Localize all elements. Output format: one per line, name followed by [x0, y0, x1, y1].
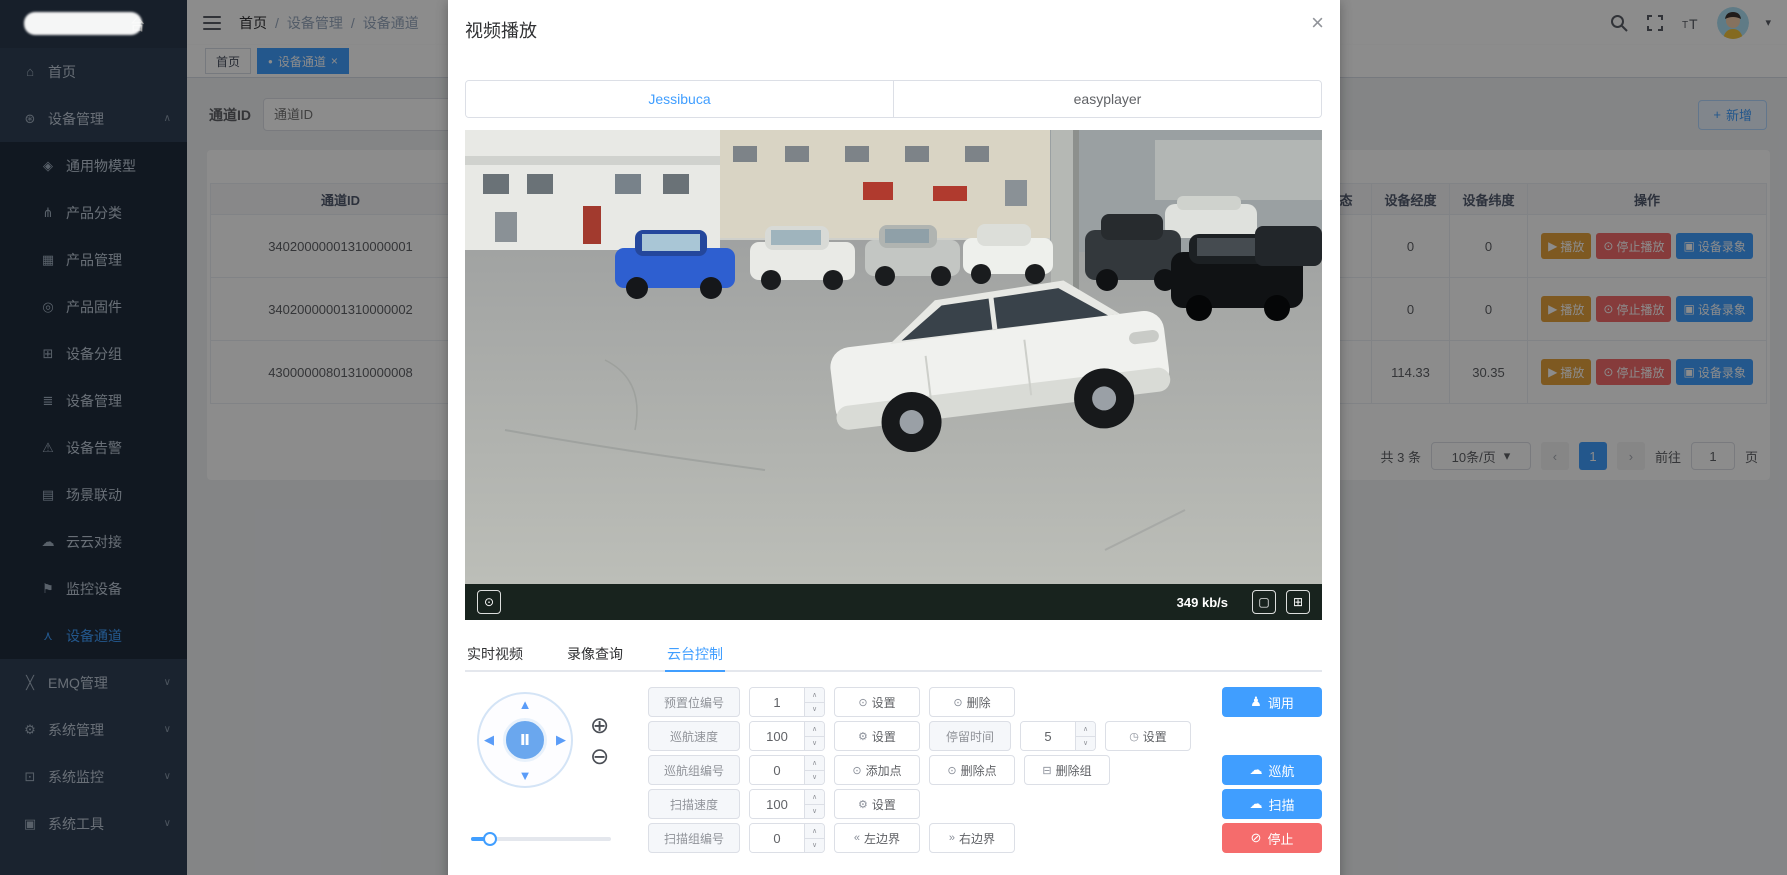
dwell-time-label: 停留时间: [929, 721, 1011, 751]
stop-button[interactable]: ⊘停止: [1222, 823, 1322, 853]
video-control-bar: ⊙ 349 kb/s ▢ ⊞: [465, 584, 1322, 620]
preset-number-label: 预置位编号: [648, 687, 740, 717]
video-playback-modal: 视频播放 × Jessibuca easyplayer: [448, 0, 1340, 875]
spin-down-icon[interactable]: ∨: [805, 702, 824, 717]
spin-up-icon[interactable]: ∧: [805, 722, 824, 736]
tab-jessibuca[interactable]: Jessibuca: [466, 81, 893, 117]
tab-ptz-control[interactable]: 云台控制: [665, 638, 725, 672]
preset-number-input: ∧∨: [749, 687, 825, 717]
delete-group-button[interactable]: ⊟删除组: [1024, 755, 1110, 785]
scan-speed-row: 扫描速度 ∧∨ ⚙设置 ☁扫描: [648, 789, 1322, 819]
left-boundary-button[interactable]: «左边界: [834, 823, 920, 853]
cruise-speed-row: 巡航速度 ∧∨ ⚙设置 停留时间 ∧∨ ◷设置: [648, 721, 1322, 751]
scan-speed-set-button[interactable]: ⚙设置: [834, 789, 920, 819]
scan-group-label: 扫描组编号: [648, 823, 740, 853]
gear-icon: ⚙: [858, 798, 868, 811]
cruise-speed-set-button[interactable]: ⚙设置: [834, 721, 920, 751]
spin-up-icon[interactable]: ∧: [1076, 722, 1095, 736]
ptz-zoom-controls: ⊕ ⊖: [590, 714, 609, 768]
pin-icon: ⊙: [953, 696, 962, 709]
close-icon[interactable]: ×: [1311, 12, 1324, 34]
tab-realtime-video[interactable]: 实时视频: [465, 638, 525, 670]
preset-delete-button[interactable]: ⊙删除: [929, 687, 1015, 717]
person-icon: ♟: [1250, 694, 1262, 710]
delete-point-button[interactable]: ⊙删除点: [929, 755, 1015, 785]
ptz-form: 预置位编号 ∧∨ ⊙设置 ⊙删除 ♟调用 巡航速度 ∧∨ ⚙设置 停留时间: [648, 687, 1322, 857]
ptz-down-icon[interactable]: ▼: [519, 768, 532, 783]
cruise-group-input: ∧∨: [749, 755, 825, 785]
trash-icon: ⊟: [1042, 764, 1051, 777]
tab-easyplayer[interactable]: easyplayer: [893, 81, 1321, 117]
ptz-pad-area: ▲ ▼ ◀ ▶ Ⅱ ⊕ ⊖: [465, 690, 640, 855]
scan-speed-input: ∧∨: [749, 789, 825, 819]
control-tabs: 实时视频 录像查询 云台控制: [465, 638, 1322, 672]
record-icon[interactable]: ⊙: [477, 590, 501, 614]
preset-set-button[interactable]: ⊙设置: [834, 687, 920, 717]
spin-up-icon[interactable]: ∧: [805, 756, 824, 770]
cruise-group-label: 巡航组编号: [648, 755, 740, 785]
cloud-icon: ☁: [1249, 762, 1262, 778]
video-fullscreen-icon[interactable]: ⊞: [1286, 590, 1310, 614]
ptz-left-icon[interactable]: ◀: [484, 732, 494, 748]
right-boundary-button[interactable]: »右边界: [929, 823, 1015, 853]
spin-up-icon[interactable]: ∧: [805, 790, 824, 804]
spin-up-icon[interactable]: ∧: [805, 688, 824, 702]
app-window: 台 ⌂ 首页 ⊛ 设备管理 ∧ ◈通用物模型 ⋔产品分类 ▦产品管理 ◎产品固件…: [0, 0, 1787, 875]
scan-button[interactable]: ☁扫描: [1222, 789, 1322, 819]
player-type-tabs: Jessibuca easyplayer: [465, 80, 1322, 118]
zoom-in-icon[interactable]: ⊕: [590, 714, 609, 737]
slider-handle[interactable]: [483, 832, 497, 846]
pause-icon: Ⅱ: [520, 731, 530, 749]
ptz-speed-slider[interactable]: [471, 832, 611, 846]
dwell-time-input: ∧∨: [1020, 721, 1096, 751]
bitrate-label: 349 kb/s: [1177, 595, 1228, 610]
spin-down-icon[interactable]: ∨: [805, 770, 824, 785]
preset-row: 预置位编号 ∧∨ ⊙设置 ⊙删除 ♟调用: [648, 687, 1322, 717]
video-player: ⊙ 349 kb/s ▢ ⊞: [465, 130, 1322, 620]
pin-icon: ⊙: [858, 696, 867, 709]
zoom-out-icon[interactable]: ⊖: [590, 745, 609, 768]
right-chevrons-icon: »: [949, 832, 955, 844]
gear-icon: ⚙: [858, 730, 868, 743]
ptz-pause-button[interactable]: Ⅱ: [503, 718, 547, 762]
spin-down-icon[interactable]: ∨: [1076, 736, 1095, 751]
power-icon: ⊘: [1251, 830, 1262, 846]
cloud-icon: ☁: [1249, 796, 1262, 812]
cruise-speed-label: 巡航速度: [648, 721, 740, 751]
scan-group-input: ∧∨: [749, 823, 825, 853]
logo-censor-blob: [24, 12, 142, 35]
spin-down-icon[interactable]: ∨: [805, 804, 824, 819]
left-chevrons-icon: «: [854, 832, 860, 844]
spin-down-icon[interactable]: ∨: [805, 838, 824, 853]
spin-down-icon[interactable]: ∨: [805, 736, 824, 751]
add-point-button[interactable]: ⊙添加点: [834, 755, 920, 785]
scan-speed-label: 扫描速度: [648, 789, 740, 819]
cruise-button[interactable]: ☁巡航: [1222, 755, 1322, 785]
ptz-right-icon[interactable]: ▶: [556, 732, 566, 748]
modal-title: 视频播放: [465, 17, 537, 43]
pin-icon: ⊙: [852, 764, 861, 777]
video-frame: [465, 130, 1322, 584]
pin-icon: ⊙: [947, 764, 956, 777]
spin-up-icon[interactable]: ∧: [805, 824, 824, 838]
tab-recording-query[interactable]: 录像查询: [565, 638, 625, 670]
cruise-speed-input: ∧∨: [749, 721, 825, 751]
scan-group-row: 扫描组编号 ∧∨ «左边界 »右边界 ⊘停止: [648, 823, 1322, 853]
preset-call-button[interactable]: ♟调用: [1222, 687, 1322, 717]
snapshot-icon[interactable]: ▢: [1252, 590, 1276, 614]
clock-icon: ◷: [1129, 730, 1139, 743]
cruise-group-row: 巡航组编号 ∧∨ ⊙添加点 ⊙删除点 ⊟删除组 ☁巡航: [648, 755, 1322, 785]
dwell-time-set-button[interactable]: ◷设置: [1105, 721, 1191, 751]
ptz-up-icon[interactable]: ▲: [519, 697, 532, 712]
ptz-directional-pad: ▲ ▼ ◀ ▶ Ⅱ: [477, 692, 573, 788]
